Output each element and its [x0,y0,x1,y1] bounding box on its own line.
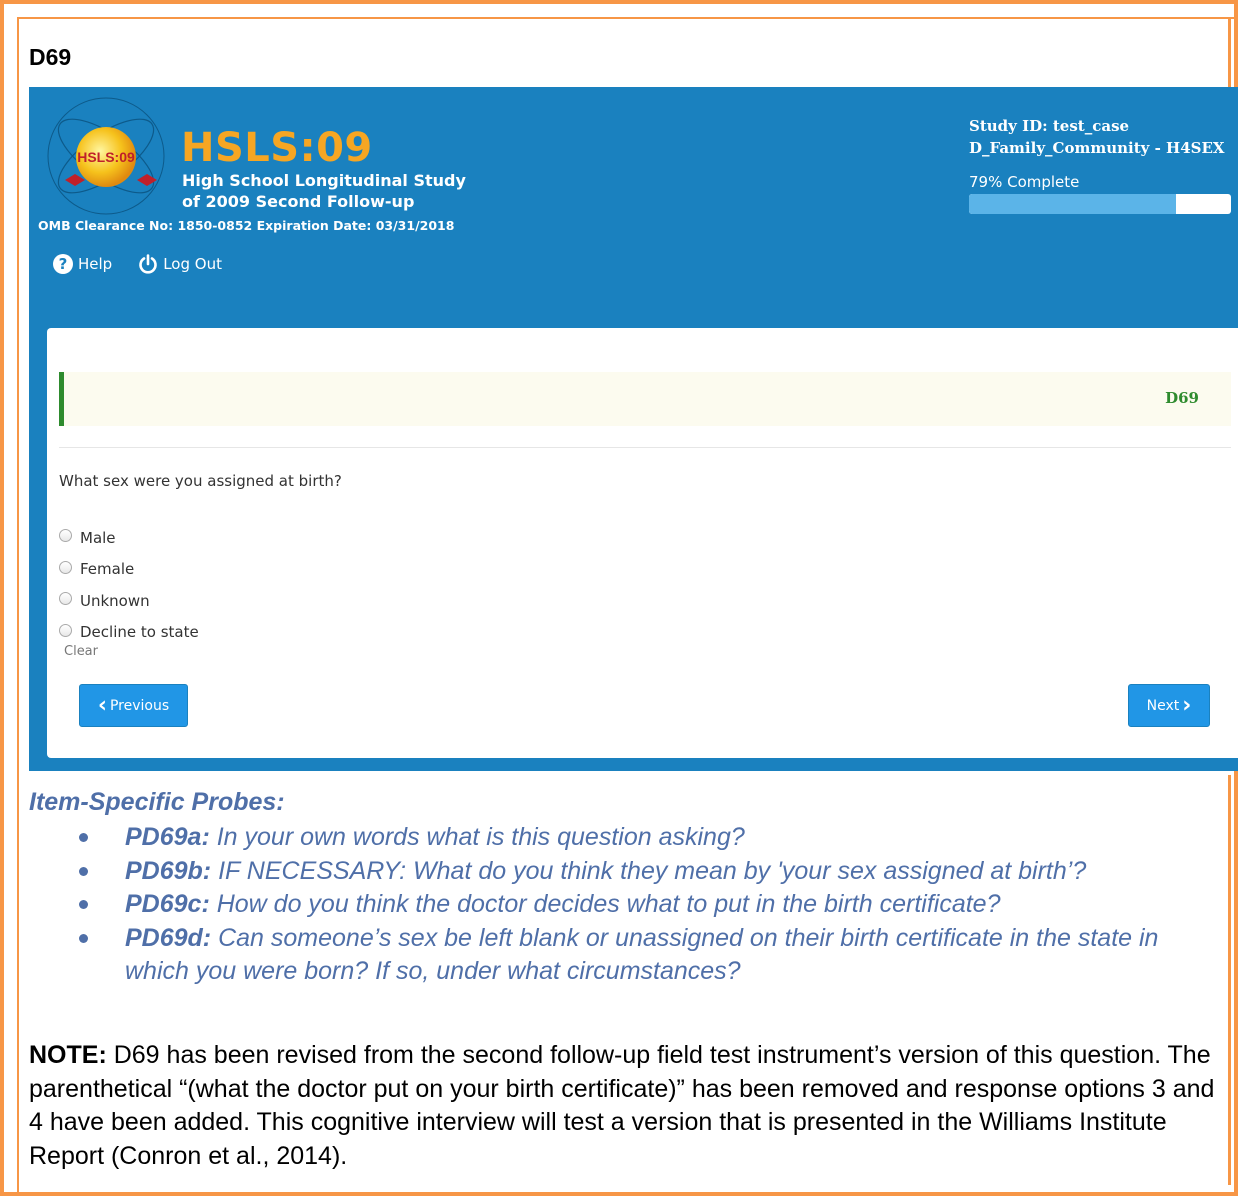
option-label: Unknown [80,591,150,610]
clear-link[interactable]: Clear [64,644,98,659]
subtitle-line-1: High School Longitudinal Study [182,171,466,190]
option-female[interactable]: Female [59,554,199,586]
app-subtitle: High School Longitudinal Study of 2009 S… [182,170,466,212]
chevron-right-icon: › [1182,692,1192,718]
study-info: Study ID: test_case D_Family_Community -… [969,115,1225,159]
option-unknown[interactable]: Unknown [59,585,199,617]
probe-text: How do you think the doctor decides what… [209,890,1001,918]
previous-button[interactable]: ‹ Previous [79,684,188,727]
next-label: Next [1146,697,1180,714]
logout-label: Log Out [163,255,222,273]
probe-id: PD69d: [125,923,212,952]
next-button[interactable]: Next › [1128,684,1210,727]
header-links: ? Help Log Out [53,254,222,274]
help-link[interactable]: ? Help [53,254,112,274]
probe-id: PD69a: [125,823,210,851]
probe-list: PD69a: In your own words what is this qu… [79,821,1199,989]
question-header: D69 [59,372,1231,426]
radio-button[interactable] [59,623,72,637]
study-id: Study ID: test_case [969,117,1130,135]
option-label: Female [80,560,135,579]
radio-button[interactable] [59,529,72,543]
hsls-logo: HSLS:09 [47,97,165,215]
question-card: D69 What sex were you assigned at birth?… [47,328,1238,758]
survey-screenshot: HSLS:09 HSLS:09 High School Longitudinal… [29,87,1238,771]
probe-id: PD69b: [125,856,212,885]
radio-button[interactable] [59,592,72,606]
inner-border-right [1228,17,1231,87]
probe-text: Can someone’s sex be left blank or unass… [125,923,1159,986]
option-label: Male [80,528,116,547]
subtitle-line-2: of 2009 Second Follow-up [182,192,415,211]
note-label: NOTE: [29,1041,107,1069]
note-text: D69 has been revised from the second fol… [29,1041,1215,1170]
section-name: D_Family_Community - H4SEX [969,139,1225,157]
bullet-icon [79,933,88,943]
probe-text: IF NECESSARY: What do you think they mea… [211,856,1087,885]
omb-clearance: OMB Clearance No: 1850-0852 Expiration D… [38,218,455,233]
answer-options: Male Female Unknown Decline to state [59,522,199,648]
power-icon [139,254,157,274]
probe-item: PD69b: IF NECESSARY: What do you think t… [79,855,1199,889]
help-icon: ? [53,254,73,274]
question-id: D69 [1165,389,1199,407]
chevron-left-icon: ‹ [97,692,107,718]
note-paragraph: NOTE: D69 has been revised from the seco… [29,1039,1219,1173]
logo-text: HSLS:09 [77,149,135,165]
progress-fill [969,194,1176,214]
progress-text: 79% Complete [969,173,1080,191]
progress-bar [969,194,1231,214]
logout-link[interactable]: Log Out [138,254,222,274]
document-heading: D69 [29,44,72,70]
bullet-icon [79,833,88,842]
probes-title: Item-Specific Probes: [29,788,285,816]
bullet-icon [79,866,88,876]
probe-item: PD69c: How do you think the doctor decid… [79,888,1199,922]
app-title: HSLS:09 [181,125,373,171]
help-label: Help [78,255,113,273]
bullet-icon [79,900,88,909]
probe-text: In your own words what is this question … [209,823,745,851]
probe-item: PD69d: Can someone’s sex be left blank o… [79,922,1199,989]
option-label: Decline to state [80,623,199,642]
probe-id: PD69c: [125,890,210,918]
radio-button[interactable] [59,560,72,574]
question-text: What sex were you assigned at birth? [59,472,342,490]
probe-item: PD69a: In your own words what is this qu… [79,821,1199,855]
option-male[interactable]: Male [59,522,199,554]
inner-border-right-lower [1228,775,1231,1185]
divider [59,447,1231,448]
previous-label: Previous [109,697,170,714]
